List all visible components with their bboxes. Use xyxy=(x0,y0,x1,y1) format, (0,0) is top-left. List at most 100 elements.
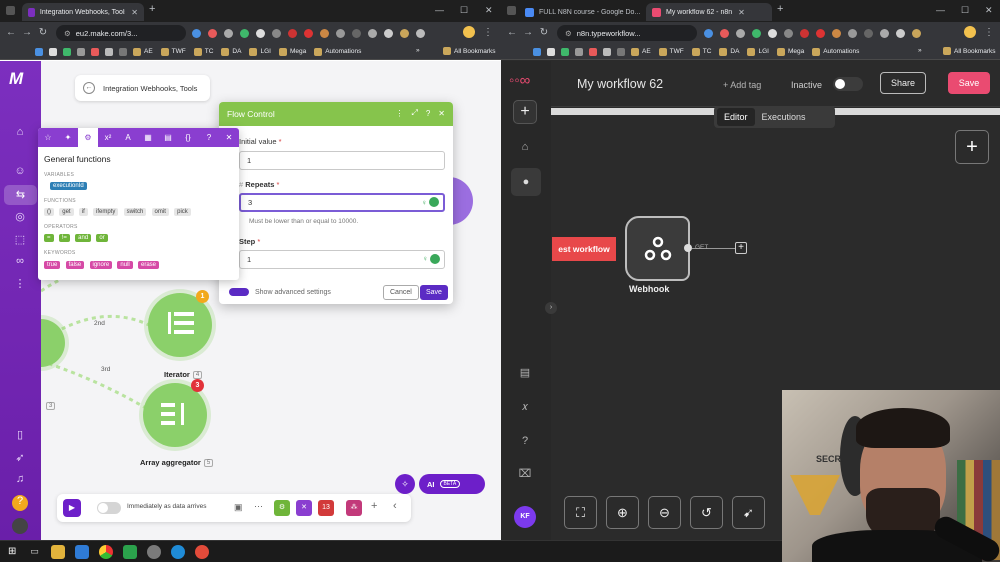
extension-icon[interactable] xyxy=(768,29,777,38)
function-chip[interactable]: () xyxy=(44,208,54,216)
browser-menu-icon[interactable]: ⋮ xyxy=(481,27,495,38)
bookmark-icon[interactable] xyxy=(533,47,541,56)
extension-icon[interactable] xyxy=(880,29,889,38)
advanced-settings-toggle[interactable]: Show advanced settings xyxy=(229,288,331,296)
more-icon[interactable]: ⋯ xyxy=(254,501,263,512)
bookmark-folder[interactable]: AE xyxy=(631,47,651,56)
start-icon[interactable]: ⊞ xyxy=(8,546,16,557)
extension-icon[interactable] xyxy=(720,29,729,38)
bookmark-folder[interactable]: Automations xyxy=(314,47,361,56)
bookmark-folder[interactable]: TC xyxy=(691,47,711,56)
help-icon[interactable]: ? xyxy=(516,435,534,453)
output-handle[interactable] xyxy=(684,244,692,252)
map-icon[interactable]: ♀ xyxy=(422,254,428,263)
app-icon[interactable] xyxy=(194,544,209,559)
extension-icon[interactable] xyxy=(816,29,825,38)
extension-icon[interactable] xyxy=(320,29,329,38)
function-chip[interactable]: ifempty xyxy=(93,208,119,216)
bookmark-folder[interactable]: Mega xyxy=(278,47,306,56)
toggle-switch[interactable] xyxy=(229,288,249,296)
chrome-icon[interactable] xyxy=(98,544,113,559)
n8n-logo[interactable]: ◦◦∞ xyxy=(509,72,530,89)
text-icon[interactable]: A xyxy=(118,128,138,147)
extension-icon[interactable] xyxy=(208,29,217,38)
extension-icon[interactable] xyxy=(368,29,377,38)
back-icon[interactable]: ← xyxy=(4,27,18,38)
expand-icon[interactable]: ⤢ xyxy=(411,108,417,118)
keyword-chip[interactable]: null xyxy=(117,261,133,269)
save-icon[interactable]: ▣ xyxy=(234,502,243,513)
tidy-up-icon[interactable]: ➹ xyxy=(732,496,765,529)
help-icon[interactable]: ? xyxy=(426,109,430,118)
extension-icon[interactable] xyxy=(336,29,345,38)
ai-beta-button[interactable]: AI BETA xyxy=(419,474,485,494)
extension-icon[interactable] xyxy=(416,29,425,38)
step-input[interactable]: 1 ♀ xyxy=(239,250,445,269)
bookmarks-overflow-icon[interactable]: » xyxy=(918,47,922,54)
make-logo[interactable]: M xyxy=(9,69,23,89)
general-functions-icon[interactable]: ⚙ xyxy=(78,128,98,147)
bookmark-folder[interactable]: LGI xyxy=(249,47,271,56)
app-icon[interactable] xyxy=(74,544,89,559)
star-icon[interactable]: ☆ xyxy=(38,128,58,147)
run-once-button[interactable]: ▶ xyxy=(63,499,81,517)
function-chip[interactable]: executionId xyxy=(50,182,87,190)
user-avatar[interactable]: KF xyxy=(514,506,536,528)
create-button[interactable]: + xyxy=(513,100,537,124)
function-chip[interactable]: get xyxy=(59,208,74,216)
save-button[interactable]: Save xyxy=(948,72,990,94)
braces-icon[interactable]: {} xyxy=(178,128,198,147)
keyword-chip[interactable]: ignore xyxy=(89,261,113,269)
close-tab-icon[interactable]: ✕ xyxy=(738,8,745,17)
home-icon[interactable]: ⌂ xyxy=(516,141,534,159)
tab-executions[interactable]: Executions xyxy=(755,108,813,126)
bookmark-folder[interactable]: TC xyxy=(193,47,213,56)
schedule-toggle[interactable] xyxy=(97,502,121,514)
close-icon[interactable]: ✕ xyxy=(219,128,239,147)
extension-icon[interactable] xyxy=(240,29,249,38)
add-icon[interactable]: + xyxy=(371,500,377,512)
add-next-node-icon[interactable]: + xyxy=(735,242,747,254)
rocket-icon[interactable]: ➶ xyxy=(12,451,28,467)
ai-assist-icon[interactable] xyxy=(430,254,440,264)
user-avatar[interactable] xyxy=(12,518,28,534)
math-icon[interactable]: x² xyxy=(98,128,118,147)
address-bar[interactable]: ⚙ n8n.typeworkflow... xyxy=(557,25,697,41)
bookmark-icon[interactable] xyxy=(547,47,555,56)
zoom-out-icon[interactable]: ⊖ xyxy=(648,496,681,529)
help-icon[interactable]: ? xyxy=(12,495,28,511)
save-button[interactable]: Save xyxy=(420,285,448,300)
bookmark-icon[interactable] xyxy=(561,47,569,56)
tab-google-doc[interactable]: FULL N8N course - Google Do... xyxy=(525,4,643,20)
home-icon[interactable]: ⌂ xyxy=(12,126,28,142)
add-tag-button[interactable]: + Add tag xyxy=(723,80,761,90)
extension-icon[interactable] xyxy=(304,29,313,38)
bookmark-folder[interactable]: AE xyxy=(133,47,153,56)
operator-chip[interactable]: != xyxy=(58,234,70,242)
operator-chip[interactable]: = xyxy=(44,234,54,242)
extension-icon[interactable] xyxy=(784,29,793,38)
sparkle-icon[interactable]: ✦ xyxy=(58,128,78,147)
ai-assist-icon[interactable] xyxy=(429,197,439,207)
array-icon[interactable]: ▤ xyxy=(158,128,178,147)
all-bookmarks[interactable]: All Bookmarks xyxy=(943,47,996,55)
repeats-input[interactable]: 3 ♀ xyxy=(239,193,445,212)
test-workflow-button[interactable]: est workflow xyxy=(552,237,616,261)
tools-icon[interactable]: ⚙ xyxy=(274,500,290,516)
maximize-icon[interactable]: ☐ xyxy=(961,5,969,16)
tab-n8n[interactable]: My workflow 62 - n8n ✕ xyxy=(646,3,772,21)
extension-icon[interactable] xyxy=(288,29,297,38)
close-window-icon[interactable]: ✕ xyxy=(985,5,993,16)
expand-sidebar-icon[interactable]: › xyxy=(545,302,557,314)
extension-icon[interactable] xyxy=(912,29,921,38)
site-info-icon[interactable]: ⚙ xyxy=(565,29,572,38)
back-arrow-icon[interactable]: ← xyxy=(83,82,95,94)
scenario-breadcrumb[interactable]: ← Integration Webhooks, Tools xyxy=(75,75,210,101)
bookmark-folder[interactable]: TWF xyxy=(160,47,186,56)
reload-icon[interactable]: ↻ xyxy=(537,27,551,38)
extension-icon[interactable] xyxy=(224,29,233,38)
extension-icon[interactable] xyxy=(864,29,873,38)
app-icon[interactable] xyxy=(122,544,137,559)
bookmark-folder[interactable]: DA xyxy=(719,47,739,56)
profile-avatar[interactable] xyxy=(463,26,475,38)
